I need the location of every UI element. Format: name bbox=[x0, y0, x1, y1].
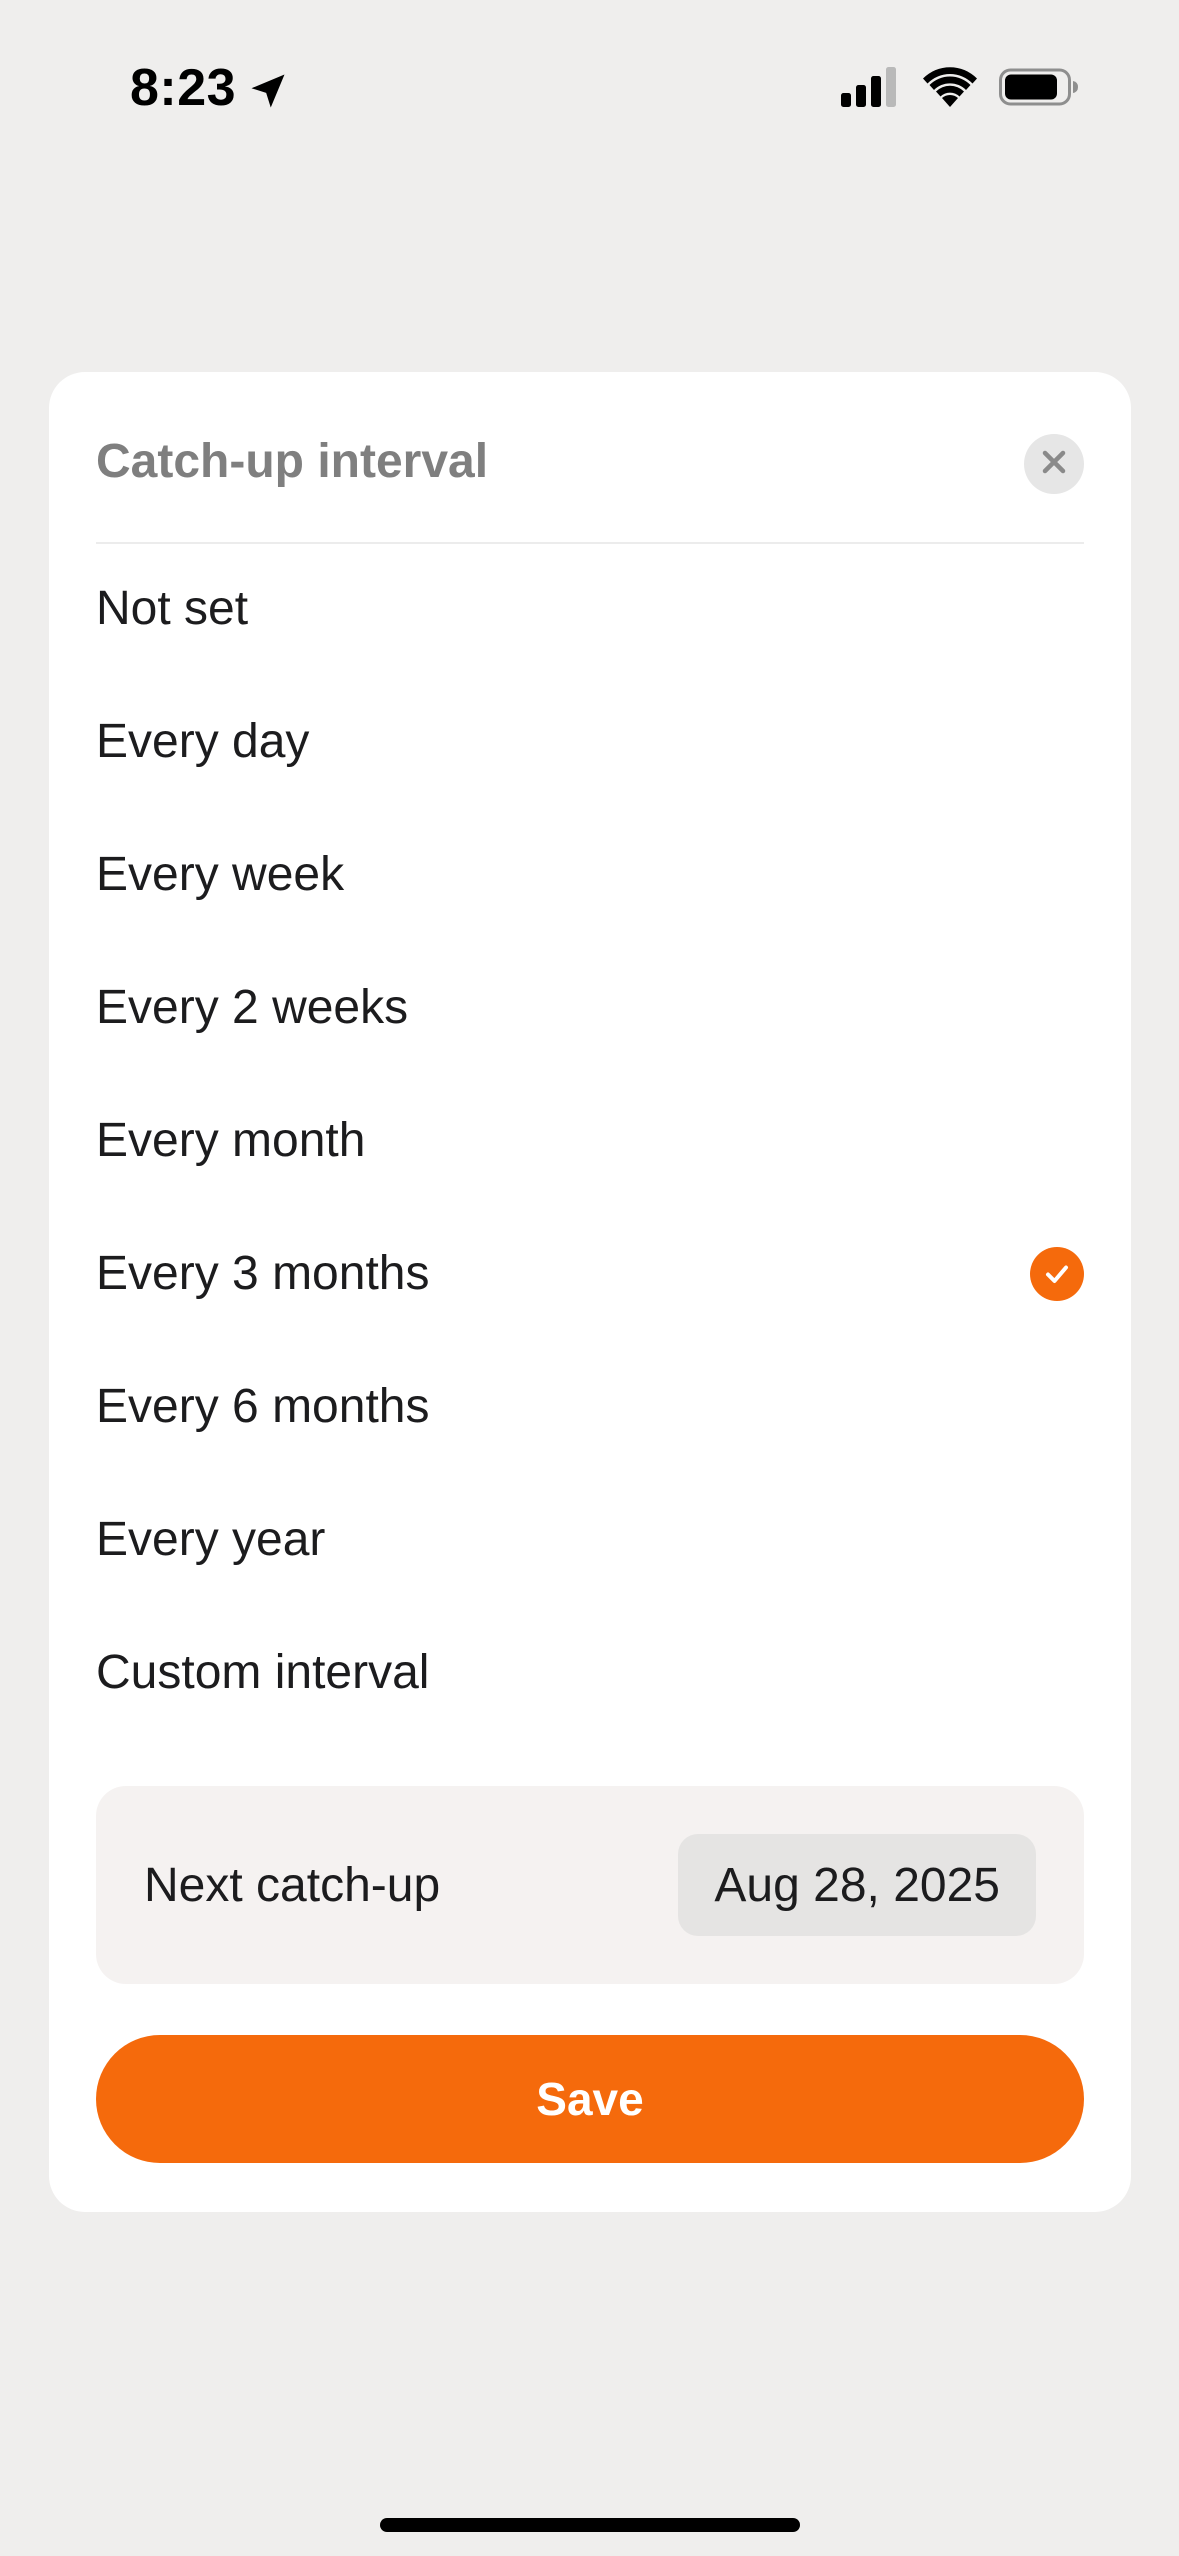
option-every-day[interactable]: Every day bbox=[96, 675, 1084, 808]
option-not-set[interactable]: Not set bbox=[96, 542, 1084, 675]
status-bar: 8:23 bbox=[0, 0, 1179, 175]
option-label: Every 3 months bbox=[96, 1247, 430, 1300]
close-button[interactable] bbox=[1024, 434, 1084, 494]
cellular-signal-icon bbox=[841, 67, 901, 107]
option-label: Every year bbox=[96, 1513, 326, 1566]
battery-icon bbox=[999, 67, 1079, 107]
next-catchup-date-picker[interactable]: Aug 28, 2025 bbox=[678, 1834, 1036, 1936]
option-label: Every month bbox=[96, 1114, 366, 1167]
option-label: Every day bbox=[96, 715, 310, 768]
option-label: Every 2 weeks bbox=[96, 981, 409, 1034]
option-label: Not set bbox=[96, 582, 249, 635]
option-every-month[interactable]: Every month bbox=[96, 1074, 1084, 1207]
option-every-3-months[interactable]: Every 3 months bbox=[96, 1207, 1084, 1340]
option-label: Every 6 months bbox=[96, 1380, 430, 1433]
wifi-icon bbox=[923, 67, 977, 107]
sheet-header: Catch-up interval bbox=[96, 372, 1084, 544]
next-catchup-row: Next catch-up Aug 28, 2025 bbox=[96, 1786, 1084, 1984]
catchup-interval-sheet: Catch-up interval Not set Every day Ever… bbox=[49, 372, 1131, 2212]
next-catchup-label: Next catch-up bbox=[144, 1858, 441, 1912]
status-time: 8:23 bbox=[130, 55, 290, 121]
save-button[interactable]: Save bbox=[96, 2035, 1084, 2163]
status-icons bbox=[841, 62, 1079, 112]
option-label: Every week bbox=[96, 848, 345, 901]
home-indicator bbox=[380, 2518, 800, 2532]
option-every-year[interactable]: Every year bbox=[96, 1473, 1084, 1606]
interval-options-list: Not set Every day Every week Every 2 wee… bbox=[96, 542, 1084, 1739]
option-custom-interval[interactable]: Custom interval bbox=[96, 1606, 1084, 1739]
option-label: Custom interval bbox=[96, 1646, 430, 1699]
checkmark-icon bbox=[1030, 1246, 1084, 1301]
option-every-week[interactable]: Every week bbox=[96, 808, 1084, 941]
sheet-title: Catch-up interval bbox=[96, 435, 489, 488]
option-every-6-months[interactable]: Every 6 months bbox=[96, 1340, 1084, 1473]
location-arrow-icon bbox=[246, 66, 290, 110]
option-every-2-weeks[interactable]: Every 2 weeks bbox=[96, 941, 1084, 1074]
close-icon bbox=[1041, 449, 1067, 480]
status-time-text: 8:23 bbox=[130, 59, 237, 117]
